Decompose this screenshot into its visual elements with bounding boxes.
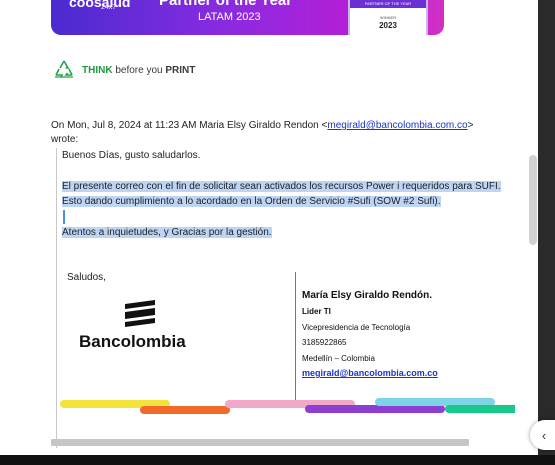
thanks-text: Atentos a inquietudes, y Gracias por la … (62, 227, 272, 238)
signature-phone: 3185922865 (302, 338, 347, 347)
email-pane: coosalud 24x7 Partner of the Year LATAM … (0, 0, 538, 455)
signature-role: Lider TI (302, 307, 331, 316)
badge-year: 2023 (379, 21, 397, 30)
signature-email-link[interactable]: megirald@bancolombia.com.co (302, 368, 438, 378)
bottom-edge (0, 455, 555, 465)
request-text: El presente correo con el fin de solicit… (62, 181, 501, 207)
quote-header: On Mon, Jul 8, 2024 at 11:23 AM Maria El… (51, 119, 501, 147)
decorative-stripes (60, 398, 515, 416)
stripe-orange (140, 406, 230, 414)
recycle-icon (55, 60, 73, 78)
think-before-print: THINK before you PRINT (52, 58, 195, 82)
greeting-text: Buenos Días, gusto saludarlos. (62, 150, 201, 161)
signature-name: María Elsy Giraldo Rendón. (302, 290, 433, 301)
horizontal-scrollbar[interactable] (51, 439, 469, 446)
banner-region: LATAM 2023 (198, 11, 261, 23)
banner-headline: Partner of the Year (159, 0, 293, 9)
bancolombia-logo: Bancolombia (79, 298, 199, 358)
think-middle: before you (112, 64, 166, 76)
request-paragraph: El presente correo con el fin de solicit… (62, 179, 502, 209)
partner-banner: coosalud 24x7 Partner of the Year LATAM … (51, 0, 444, 35)
badge-winner-label: WINNER (379, 15, 397, 20)
sender-email-link[interactable]: megirald@bancolombia.com.co (327, 120, 467, 131)
banner-logo-sub: 24x7 (101, 4, 117, 11)
side-panel-edge (538, 0, 555, 455)
bancolombia-icon (125, 300, 155, 327)
vertical-scrollbar[interactable] (529, 155, 537, 245)
winner-badge: PARTNER OF THE YEAR WINNER 2023 (350, 0, 426, 35)
signature-department: Vicepresidencia de Tecnología (302, 323, 411, 332)
think-word: THINK (82, 64, 113, 76)
bank-name: Bancolombia (79, 332, 186, 351)
chevron-left-icon: ‹ (541, 427, 547, 443)
text-cursor (63, 210, 65, 224)
signature-city: Medellín – Colombia (302, 354, 375, 363)
stripe-green (445, 405, 515, 413)
banner-logo: coosalud (69, 0, 131, 10)
thanks-paragraph: Atentos a inquietudes, y Gracias por la … (62, 225, 502, 240)
badge-top-label: PARTNER OF THE YEAR (350, 0, 426, 8)
stripe-purple (305, 405, 445, 413)
wrote-label: wrote: (51, 134, 79, 145)
quote-header-prefix: On Mon, Jul 8, 2024 at 11:23 AM Maria El… (51, 120, 328, 131)
saludos-text: Saludos, (67, 272, 106, 283)
print-word: PRINT (165, 64, 196, 76)
quote-header-suffix: > (467, 120, 474, 131)
signature-divider (295, 272, 296, 402)
side-panel-toggle[interactable]: ‹ (530, 420, 555, 450)
